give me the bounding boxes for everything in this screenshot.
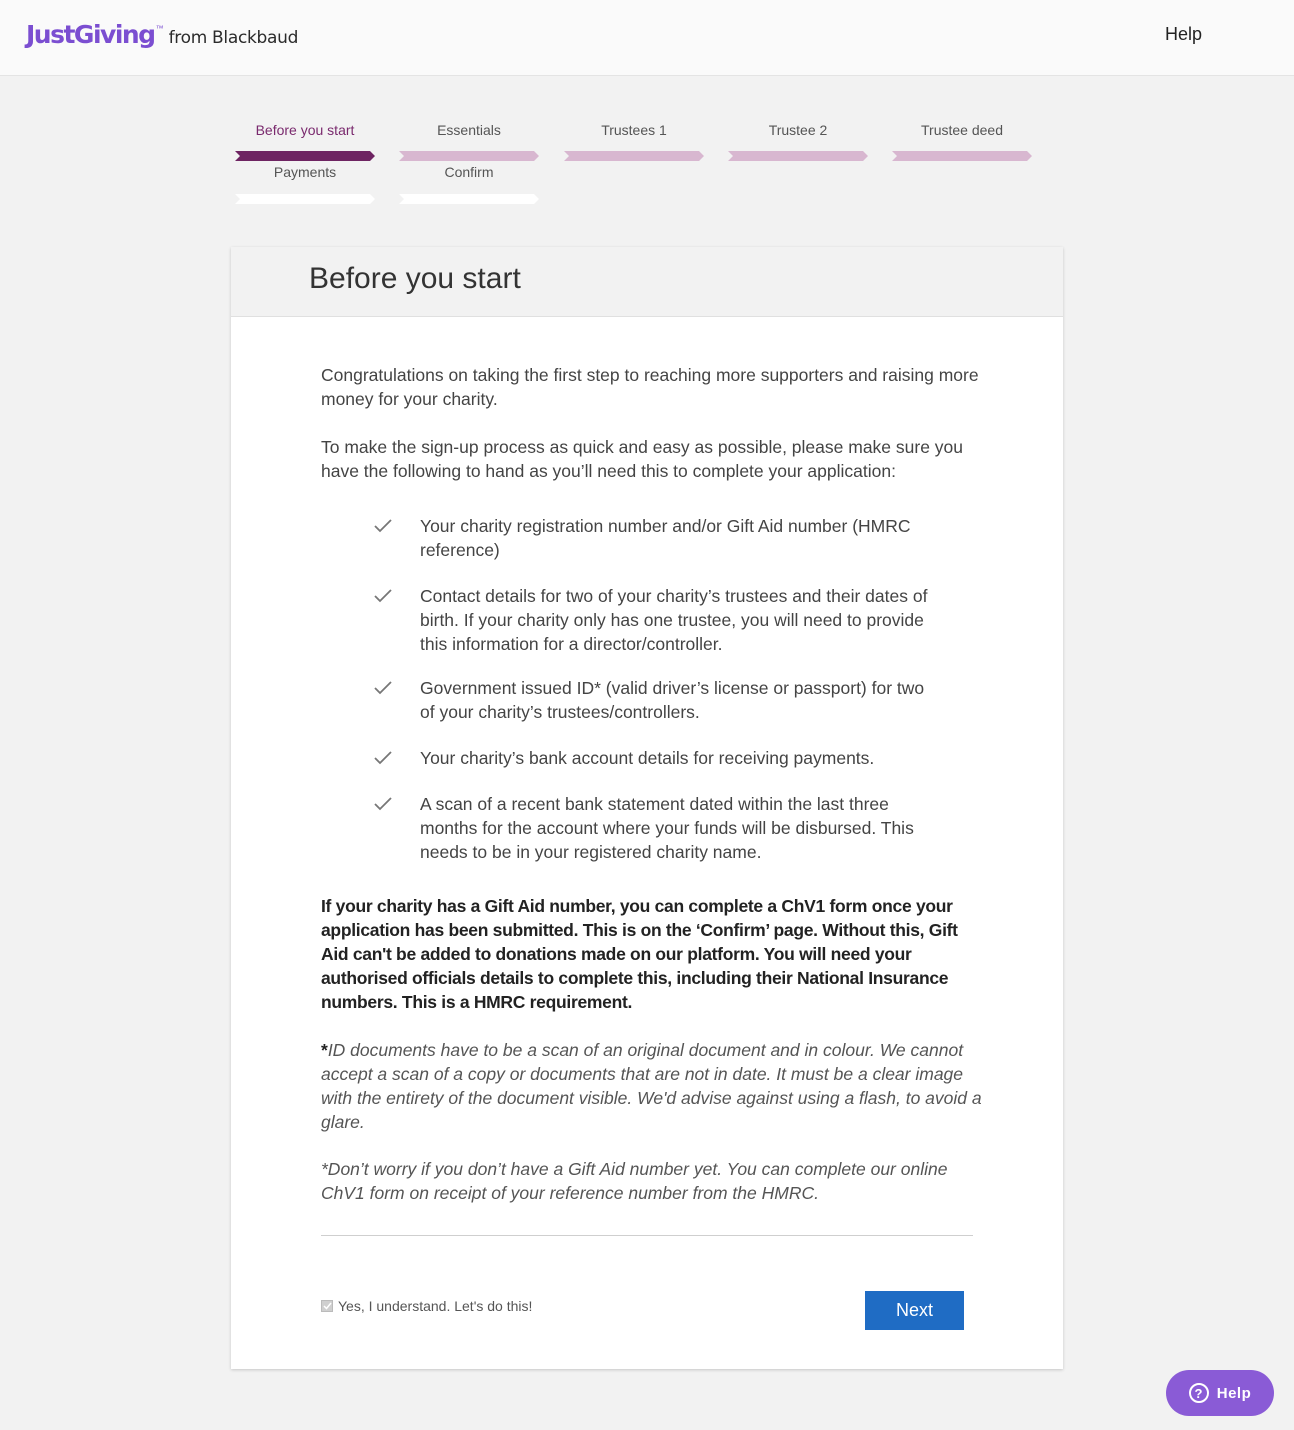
check-icon: [374, 589, 392, 603]
before-you-start-card: Before you start Congratulations on taki…: [231, 247, 1063, 1369]
agree-checkbox[interactable]: [321, 1300, 333, 1312]
next-button[interactable]: Next: [865, 1291, 964, 1330]
step-bar-trustee-2: [728, 151, 868, 161]
logo-subtitle: from Blackbaud: [168, 28, 299, 48]
card-header: Before you start: [231, 247, 1063, 317]
step-bar-confirm: [399, 194, 539, 204]
step-label-trustee-deed: Trustee deed: [921, 122, 1003, 138]
step-bar-essentials: [399, 151, 539, 161]
logo-trademark: ™: [155, 24, 164, 33]
page-title: Before you start: [309, 262, 521, 295]
gift-aid-number-note: *Don’t worry if you don’t have a Gift Ai…: [321, 1159, 948, 1203]
help-link[interactable]: Help: [1165, 24, 1202, 45]
check-icon: [374, 519, 392, 533]
checklist-text: Contact details for two of your charity’…: [420, 586, 928, 654]
justgiving-logo[interactable]: JustGiving ™ from Blackbaud: [26, 20, 298, 49]
floating-help-label: Help: [1216, 1384, 1252, 1402]
check-icon: [374, 751, 392, 765]
agree-label: Yes, I understand. Let's do this!: [338, 1298, 533, 1314]
checklist-text: Your charity’s bank account details for …: [420, 748, 875, 768]
agree-checkbox-row[interactable]: Yes, I understand. Let's do this!: [321, 1298, 532, 1314]
checkmark-icon: [322, 1302, 332, 1310]
id-documents-note: *ID documents have to be a scan of an or…: [321, 1038, 991, 1134]
step-bar-trustee-deed: [892, 151, 1032, 161]
step-label-trustees-1: Trustees 1: [601, 122, 667, 138]
step-label-payments: Payments: [273, 164, 337, 180]
gift-aid-notice: If your charity has a Gift Aid number, y…: [321, 896, 958, 1012]
step-bar-trustees-1: [564, 151, 704, 161]
intro-paragraph-2: To make the sign-up process as quick and…: [321, 437, 964, 481]
step-label-essentials: Essentials: [437, 122, 501, 138]
logo-wordmark: JustGiving: [26, 20, 156, 49]
top-bar: JustGiving ™ from Blackbaud Help: [0, 0, 1294, 76]
checklist-text: Your charity registration number and/or …: [420, 516, 911, 560]
step-label-before-you-start: Before you start: [255, 122, 355, 138]
id-note-text: ID documents have to be a scan of an ori…: [321, 1040, 982, 1132]
question-icon: ?: [1188, 1383, 1209, 1403]
id-note-asterisk: *: [321, 1040, 328, 1060]
step-label-trustee-2: Trustee 2: [768, 122, 828, 138]
check-icon: [374, 681, 392, 695]
check-icon: [374, 797, 392, 811]
step-label-confirm: Confirm: [444, 164, 494, 180]
floating-help-button[interactable]: ? Help: [1166, 1370, 1274, 1416]
checklist-text: Government issued ID* (valid driver’s li…: [420, 678, 925, 722]
step-bar-before-you-start: [235, 151, 375, 161]
intro-paragraph-1: Congratulations on taking the first step…: [321, 365, 979, 409]
step-bar-payments: [235, 194, 375, 204]
divider: [321, 1235, 973, 1236]
checklist-text: A scan of a recent bank statement dated …: [420, 794, 914, 862]
